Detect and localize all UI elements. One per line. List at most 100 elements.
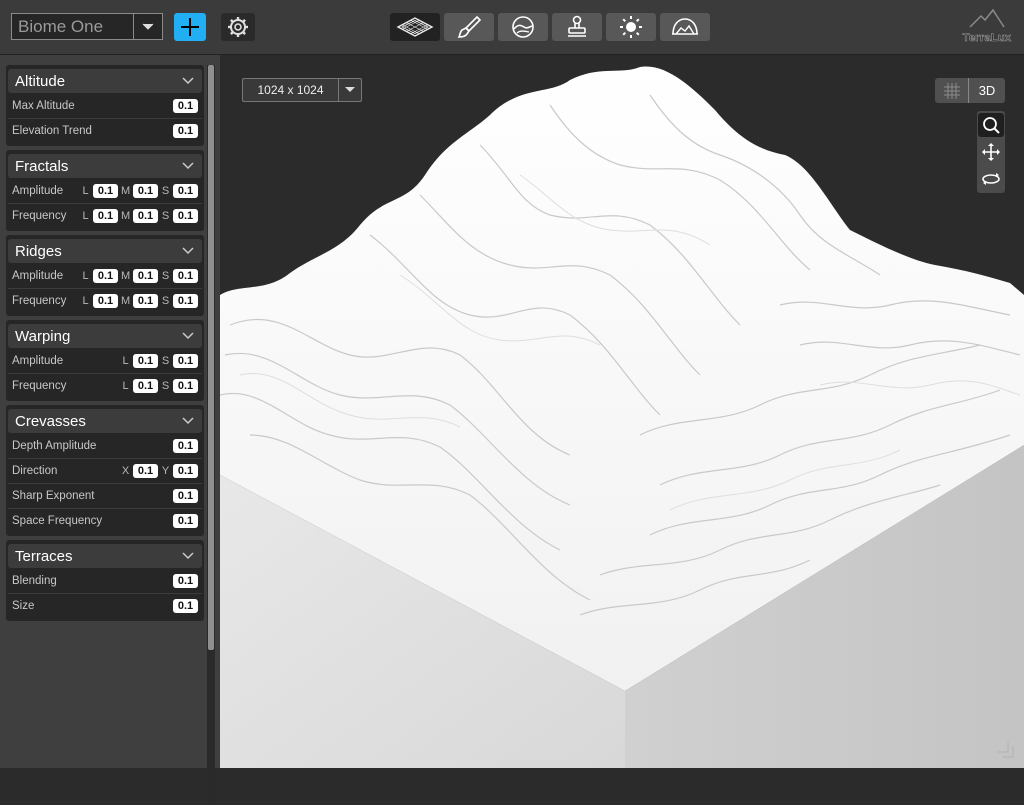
y-tag: Y [161,465,170,477]
param-value-field[interactable]: 0.1 [173,439,198,453]
chevron-down-icon [182,552,194,560]
tab-erosion[interactable] [498,13,548,41]
large-tag: L [82,295,89,307]
tab-sky[interactable] [660,13,710,41]
param-label: Direction [12,465,58,477]
terrain-render[interactable] [220,55,1024,768]
resolution-dropdown[interactable]: 1024 x 1024 [242,78,362,102]
grid-view-button[interactable] [935,78,969,103]
param-row-size: Size 0.1 [8,593,202,618]
param-value-field-small[interactable]: 0.1 [173,354,198,368]
scrollbar-thumb[interactable] [208,65,214,650]
section-header-warping[interactable]: Warping [8,324,202,348]
large-tag: L [82,210,89,222]
param-value-field-small[interactable]: 0.1 [173,294,198,308]
search-icon [983,117,1000,134]
large-tag: L [122,355,129,367]
3d-viewport[interactable] [220,55,1024,768]
param-label: Max Altitude [12,100,75,112]
param-value-field[interactable]: 0.1 [173,599,198,613]
large-tag: L [82,270,89,282]
param-value-field-large[interactable]: 0.1 [93,184,118,198]
param-value-field-medium[interactable]: 0.1 [133,294,158,308]
tool-tabs [390,13,710,41]
param-value-field-x[interactable]: 0.1 [133,464,158,478]
section-title: Ridges [15,242,62,260]
param-value-field-large[interactable]: 0.1 [133,354,158,368]
param-value-field[interactable]: 0.1 [173,99,198,113]
param-value-field-small[interactable]: 0.1 [173,184,198,198]
hill-circle-icon [512,16,534,38]
param-value-field-medium[interactable]: 0.1 [133,184,158,198]
chevron-down-icon [182,162,194,170]
view-mode-toggle: 3D [935,78,1005,103]
section-header-ridges[interactable]: Ridges [8,239,202,263]
section-terraces: Terraces Blending 0.1 Size 0.1 [6,540,204,621]
section-header-altitude[interactable]: Altitude [8,69,202,93]
navigation-tools [977,111,1005,193]
param-value-field[interactable]: 0.1 [173,489,198,503]
orbit-tool[interactable] [978,167,1004,191]
x-tag: X [121,465,130,477]
param-value-field-small[interactable]: 0.1 [173,269,198,283]
zoom-tool[interactable] [978,113,1004,137]
param-value-field-large[interactable]: 0.1 [93,209,118,223]
gear-icon [228,17,248,37]
param-row-elevation-trend: Elevation Trend 0.1 [8,118,202,143]
param-value-field-large[interactable]: 0.1 [133,379,158,393]
add-biome-button[interactable] [174,13,206,41]
param-value-field-small[interactable]: 0.1 [173,379,198,393]
settings-button[interactable] [221,13,255,41]
param-label: Frequency [12,295,67,307]
section-header-terraces[interactable]: Terraces [8,544,202,568]
param-row-blending: Blending 0.1 [8,569,202,593]
param-row-fractals-frequency: Frequency L 0.1 M 0.1 S 0.1 [8,203,202,228]
biome-dropdown[interactable]: Biome One [11,13,163,40]
panel-scrollbar[interactable] [207,65,215,805]
param-value-field-medium[interactable]: 0.1 [133,209,158,223]
param-label: Space Frequency [12,515,103,527]
brush-icon [457,15,481,38]
param-value-field-small[interactable]: 0.1 [173,209,198,223]
param-value-field[interactable]: 0.1 [173,514,198,528]
tab-lighting[interactable] [606,13,656,41]
param-value-field[interactable]: 0.1 [173,574,198,588]
param-label: Frequency [12,380,67,392]
param-value-field[interactable]: 0.1 [173,124,198,138]
param-label: Depth Amplitude [12,440,97,452]
param-row-depth-amplitude: Depth Amplitude 0.1 [8,434,202,458]
tab-stamp[interactable] [552,13,602,41]
tab-terrain[interactable] [390,13,440,41]
param-label: Amplitude [12,355,64,367]
chevron-down-icon [182,332,194,340]
param-label: Amplitude [12,185,64,197]
section-fractals: Fractals Amplitude L 0.1 M 0.1 S 0.1 Fre… [6,150,204,231]
small-tag: S [161,270,170,282]
tab-paint[interactable] [444,13,494,41]
biome-dropdown-value: Biome One [18,17,104,36]
resize-handle-icon[interactable] [996,740,1016,760]
param-value-field-large[interactable]: 0.1 [93,294,118,308]
chevron-down-icon[interactable] [133,14,162,39]
section-crevasses: Crevasses Depth Amplitude 0.1 Direction … [6,405,204,536]
param-value-field-y[interactable]: 0.1 [173,464,198,478]
section-header-crevasses[interactable]: Crevasses [8,409,202,433]
large-tag: L [122,380,129,392]
chevron-down-icon[interactable] [338,79,361,101]
param-value-field-large[interactable]: 0.1 [93,269,118,283]
param-value-field-medium[interactable]: 0.1 [133,269,158,283]
top-toolbar: Biome One TerraLux [0,0,1024,55]
param-row-sharp-exponent: Sharp Exponent 0.1 [8,483,202,508]
param-row-warping-amplitude: Amplitude L 0.1 S 0.1 [8,349,202,373]
section-title: Terraces [15,547,73,565]
param-label: Frequency [12,210,67,222]
section-header-fractals[interactable]: Fractals [8,154,202,178]
param-row-ridges-amplitude: Amplitude L 0.1 M 0.1 S 0.1 [8,264,202,288]
sun-icon [620,16,642,38]
parameters-panel: Altitude Max Altitude 0.1 Elevation Tren… [0,55,220,805]
pan-tool[interactable] [978,140,1004,164]
section-ridges: Ridges Amplitude L 0.1 M 0.1 S 0.1 Frequ… [6,235,204,316]
param-label: Size [12,600,35,612]
chevron-down-icon [182,247,194,255]
3d-view-button[interactable]: 3D [969,83,1005,98]
